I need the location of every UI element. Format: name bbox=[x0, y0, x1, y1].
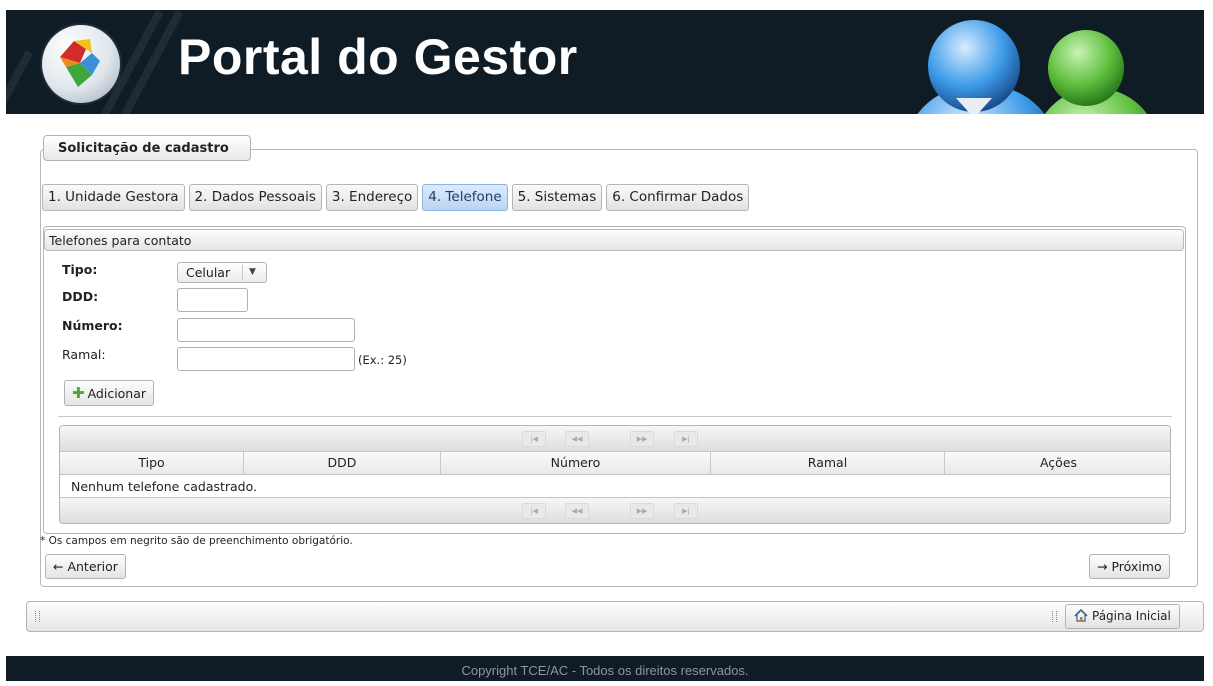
previous-page-icon[interactable]: ◀◀ bbox=[565, 431, 589, 447]
header-banner: Portal do Gestor bbox=[6, 10, 1204, 114]
table-pager-bottom: |◀ ◀◀ ▶▶ ▶| bbox=[60, 497, 1170, 523]
tab-endereco[interactable]: 3. Endereço bbox=[325, 184, 419, 211]
column-header-ddd[interactable]: DDD bbox=[244, 452, 441, 474]
ramal-label: Ramal: bbox=[62, 347, 106, 362]
previous-page-icon[interactable]: ◀◀ bbox=[565, 503, 589, 519]
fieldset-legend: Solicitação de cadastro bbox=[43, 135, 251, 161]
column-header-acoes[interactable]: Ações bbox=[945, 452, 1170, 474]
logo-emblem-icon bbox=[60, 39, 100, 87]
footer: Copyright TCE/AC - Todos os direitos res… bbox=[6, 656, 1204, 681]
bottom-toolbar bbox=[26, 601, 1204, 632]
next-page-icon[interactable]: ▶▶ bbox=[630, 503, 654, 519]
home-button-label: Página Inicial bbox=[1092, 609, 1171, 623]
previous-button[interactable]: ← Anterior bbox=[45, 554, 126, 579]
ramal-input[interactable] bbox=[177, 347, 355, 371]
first-page-icon[interactable]: |◀ bbox=[522, 431, 546, 447]
last-page-icon[interactable]: ▶| bbox=[674, 503, 698, 519]
tab-confirmar-dados[interactable]: 6. Confirmar Dados bbox=[606, 184, 750, 211]
home-button[interactable]: Página Inicial bbox=[1065, 604, 1180, 629]
tipo-select-value: Celular bbox=[186, 265, 231, 280]
column-header-numero[interactable]: Número bbox=[441, 452, 711, 474]
add-phone-button[interactable]: ✚ Adicionar bbox=[64, 380, 155, 406]
ddd-input[interactable] bbox=[177, 288, 248, 312]
wizard-tabs: 1. Unidade Gestora 2. Dados Pessoais 3. … bbox=[42, 184, 750, 211]
users-illustration-icon bbox=[917, 20, 1148, 114]
ramal-hint: (Ex.: 25) bbox=[358, 353, 407, 367]
home-icon bbox=[1074, 608, 1088, 622]
numero-input[interactable] bbox=[177, 318, 355, 342]
tab-dados-pessoais[interactable]: 2. Dados Pessoais bbox=[188, 184, 322, 211]
numero-label: Número: bbox=[62, 318, 123, 333]
banner-stripe bbox=[6, 50, 34, 114]
portal-logo bbox=[42, 25, 120, 103]
toolbar-grip[interactable] bbox=[1052, 611, 1057, 622]
required-fields-note: * Os campos em negrito são de preenchime… bbox=[40, 535, 353, 547]
divider bbox=[58, 416, 1172, 417]
select-separator bbox=[242, 265, 243, 280]
add-button-label: Adicionar bbox=[87, 386, 147, 401]
table-header: Tipo DDD Número Ramal Ações bbox=[60, 452, 1170, 475]
panel-title: Telefones para contato bbox=[44, 229, 1184, 251]
last-page-icon[interactable]: ▶| bbox=[674, 431, 698, 447]
tab-unidade-gestora[interactable]: 1. Unidade Gestora bbox=[42, 184, 185, 211]
column-header-ramal[interactable]: Ramal bbox=[711, 452, 945, 474]
portal-title: Portal do Gestor bbox=[178, 29, 578, 85]
chevron-down-icon: ▼ bbox=[249, 267, 256, 277]
plus-icon: ✚ bbox=[72, 384, 85, 402]
tipo-label: Tipo: bbox=[62, 262, 98, 277]
toolbar-grip[interactable] bbox=[35, 611, 40, 622]
tipo-select[interactable]: Celular ▼ bbox=[177, 262, 267, 283]
next-button[interactable]: → Próximo bbox=[1089, 554, 1170, 579]
empty-table-message: Nenhum telefone cadastrado. bbox=[71, 479, 258, 494]
tab-telefone[interactable]: 4. Telefone bbox=[422, 184, 508, 211]
tab-sistemas[interactable]: 5. Sistemas bbox=[511, 184, 603, 211]
first-page-icon[interactable]: |◀ bbox=[522, 503, 546, 519]
copyright-text: Copyright TCE/AC - Todos os direitos res… bbox=[461, 663, 749, 678]
column-header-tipo[interactable]: Tipo bbox=[60, 452, 244, 474]
ddd-label: DDD: bbox=[62, 289, 99, 304]
phones-table: |◀ ◀◀ ▶▶ ▶| Tipo DDD Número Ramal Ações … bbox=[59, 425, 1171, 524]
table-pager-top: |◀ ◀◀ ▶▶ ▶| bbox=[60, 426, 1170, 452]
next-page-icon[interactable]: ▶▶ bbox=[630, 431, 654, 447]
